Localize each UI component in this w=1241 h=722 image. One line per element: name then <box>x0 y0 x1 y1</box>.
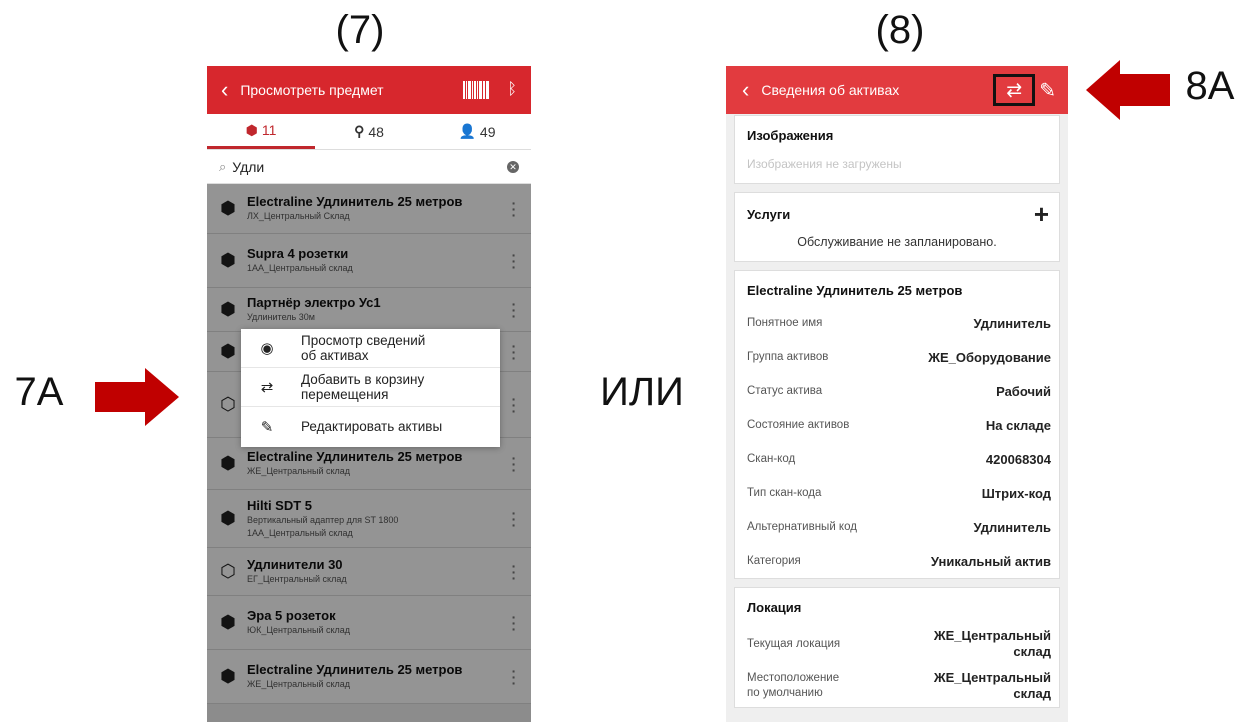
tab-count: 11 <box>261 122 277 138</box>
menu-item-label: Просмотр сведений об активах <box>301 333 426 363</box>
field-label: Статус актива <box>747 385 823 397</box>
field-row: Альтернативный код Удлинитель <box>735 510 1059 544</box>
screen-view-item: ‹ Просмотреть предмет ᛒ ⬢ 11 ⚲ 48 👤 49 ⌕ Уд… <box>207 66 531 722</box>
images-empty-text: Изображения не загружены <box>747 157 902 171</box>
field-row: Состояние активов На складе <box>735 408 1059 442</box>
tab-users[interactable]: 👤 49 <box>423 114 531 149</box>
header: ‹ Сведения об активах ⇄ ✎ <box>726 66 1068 114</box>
field-label: Альтернативный код <box>747 521 857 533</box>
field-row: Тип скан-кода Штрих-код <box>735 476 1059 510</box>
swap-icon: ⇄ <box>260 379 274 396</box>
tab-assets[interactable]: ⬢ 11 <box>207 114 315 149</box>
field-label: Местоположение по умолчанию <box>747 672 840 699</box>
label-7a: 7A <box>14 370 64 414</box>
tab-count: 48 <box>368 123 384 140</box>
field-label: Тип скан-кода <box>747 487 822 499</box>
field-value: Уникальный актив <box>930 553 1051 569</box>
modal-overlay[interactable] <box>207 184 531 722</box>
asset-info-card: Electraline Удлинитель 25 метров Понятно… <box>734 270 1060 579</box>
field-value: ЖЕ_Оборудование <box>928 349 1051 365</box>
location-title: Локация <box>747 600 802 615</box>
header-title: Просмотреть предмет <box>240 82 384 98</box>
services-header: Услуги + <box>735 193 1059 231</box>
bluetooth-icon[interactable]: ᛒ <box>507 81 517 99</box>
menu-item-label: Редактировать активы <box>301 419 443 434</box>
asset-title: Electraline Удлинитель 25 метров <box>747 283 963 298</box>
caption-screen-7: (7) <box>335 8 385 52</box>
field-value: Рабочий <box>996 383 1051 399</box>
screen-asset-details: ‹ Сведения об активах ⇄ ✎ Изображения Из… <box>726 66 1068 722</box>
services-title: Услуги <box>747 206 791 222</box>
field-label: Скан-код <box>747 453 796 465</box>
field-value: ЖЕ_Центральный склад <box>933 628 1051 659</box>
tab-count: 49 <box>479 123 496 140</box>
map-pin-icon: ⚲ <box>354 123 365 139</box>
context-menu: ◉ Просмотр сведений об активах ⇄ Добавить … <box>241 329 500 447</box>
pencil-icon[interactable]: ✎ <box>1039 78 1056 103</box>
label-8a: 8A <box>1185 64 1235 108</box>
eye-icon: ◉ <box>260 340 274 357</box>
field-row: Понятное имя Удлинитель <box>735 306 1059 340</box>
field-row: Категория Уникальный актив <box>735 544 1059 578</box>
images-card: Изображения Изображения не загружены <box>734 115 1060 184</box>
field-row: Группа активов ЖЕ_Оборудование <box>735 340 1059 374</box>
field-label: Понятное имя <box>747 317 823 329</box>
barcode-icon[interactable] <box>463 81 490 99</box>
tab-locations[interactable]: ⚲ 48 <box>315 114 423 149</box>
clear-search-icon[interactable]: ✕ <box>507 160 519 173</box>
menu-item-view-details[interactable]: ◉ Просмотр сведений об активах <box>241 329 500 368</box>
tab-bar: ⬢ 11 ⚲ 48 👤 49 <box>207 114 531 150</box>
location-card: Локация Текущая локация ЖЕ_Центральный ск… <box>734 587 1060 708</box>
images-title: Изображения <box>747 128 834 143</box>
menu-item-label: Добавить в корзину перемещения <box>301 372 425 402</box>
search-input[interactable]: Удли <box>232 159 507 175</box>
field-value: Удлинитель <box>973 315 1051 331</box>
field-label: Состояние активов <box>747 419 850 431</box>
field-row: Текущая локация ЖЕ_Центральный склад <box>735 623 1059 665</box>
field-label: Текущая локация <box>747 637 841 650</box>
field-value: На складе <box>985 417 1051 433</box>
back-chevron-icon[interactable]: ‹ <box>742 77 749 103</box>
field-row: Местоположение по умолчанию ЖЕ_Центральны… <box>735 665 1059 707</box>
or-label: ИЛИ <box>600 370 684 414</box>
caption-screen-8: (8) <box>875 8 925 52</box>
field-value: ЖЕ_Центральный склад <box>933 670 1051 701</box>
field-value: Штрих-код <box>981 485 1051 501</box>
field-label: Категория <box>747 555 801 567</box>
menu-item-add-to-transfer-cart[interactable]: ⇄ Добавить в корзину перемещения <box>241 368 500 407</box>
cube-icon: ⬢ <box>245 121 258 138</box>
swap-icon[interactable]: ⇄ <box>993 74 1036 106</box>
back-chevron-icon[interactable]: ‹ <box>221 79 228 101</box>
header: ‹ Просмотреть предмет ᛒ <box>207 66 531 114</box>
field-label: Группа активов <box>747 351 829 363</box>
services-card: Услуги + Обслуживание не запланировано. <box>734 192 1060 262</box>
search-icon: ⌕ <box>219 158 227 174</box>
add-service-plus-icon[interactable]: + <box>1034 201 1049 227</box>
header-title: Сведения об активах <box>761 82 900 98</box>
user-icon: 👤 <box>458 123 476 139</box>
search-bar[interactable]: ⌕ Удли ✕ <box>207 150 531 184</box>
field-value: 420068304 <box>985 451 1051 467</box>
field-row: Скан-код 420068304 <box>735 442 1059 476</box>
field-row: Статус актива Рабочий <box>735 374 1059 408</box>
menu-item-edit-assets[interactable]: ✎ Редактировать активы <box>241 407 500 446</box>
pencil-icon: ✎ <box>260 418 274 436</box>
services-empty-text: Обслуживание не запланировано. <box>797 235 997 249</box>
field-value: Удлинитель <box>973 519 1051 535</box>
